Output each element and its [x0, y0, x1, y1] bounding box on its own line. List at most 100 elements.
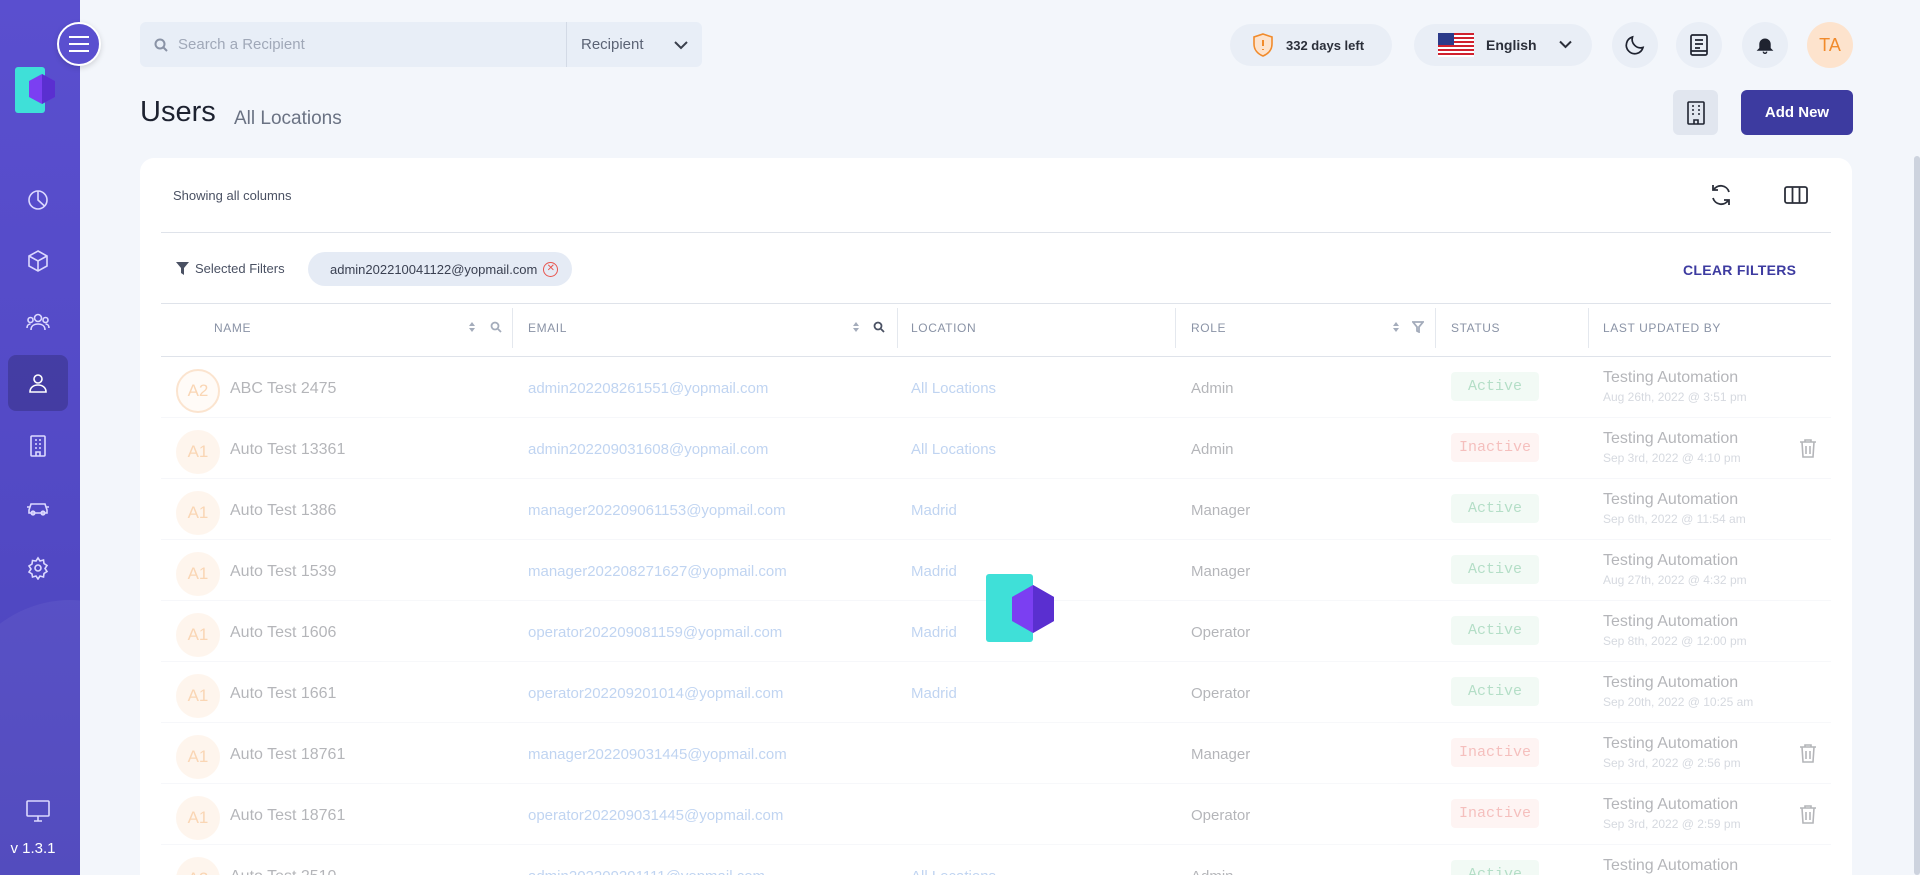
column-header-updated-by[interactable]: LAST UPDATED BY — [1603, 321, 1721, 335]
package-box-icon — [28, 250, 48, 272]
column-header-role[interactable]: ROLE — [1191, 321, 1226, 335]
sidebar-item-settings[interactable] — [8, 540, 68, 596]
sort-icon[interactable] — [850, 320, 862, 338]
user-name[interactable]: Auto Test 1539 — [230, 563, 336, 581]
user-name[interactable]: ABC Test 2475 — [230, 380, 336, 398]
updated-at: Sep 20th, 2022 @ 10:25 am — [1603, 695, 1754, 709]
table-row[interactable]: A1 Auto Test 1661 operator202209201014@yop… — [161, 662, 1831, 723]
table-row[interactable]: A2 ABC Test 2475 admin202208261551@yopmail… — [161, 357, 1831, 418]
column-header-email[interactable]: EMAIL — [528, 321, 567, 335]
table-row[interactable]: A1 Auto Test 13361 admin202209031608@yopma… — [161, 418, 1831, 479]
chevron-down-icon — [674, 40, 688, 49]
avatar: A2 — [176, 369, 220, 413]
search-input[interactable] — [178, 36, 558, 53]
page-scrollbar[interactable] — [1914, 156, 1920, 875]
user-role: Manager — [1191, 563, 1251, 580]
sort-icon[interactable] — [466, 320, 478, 338]
sidebar-item-users[interactable] — [8, 355, 68, 411]
column-header-status[interactable]: STATUS — [1451, 321, 1500, 335]
menu-toggle-button[interactable] — [57, 22, 101, 66]
search-type-select[interactable]: Recipient — [566, 22, 702, 67]
updated-by: Testing Automation — [1603, 613, 1739, 630]
monitor-icon[interactable] — [26, 800, 50, 827]
table-row[interactable]: A1 Auto Test 18761 operator202209031445@yo… — [161, 784, 1831, 845]
user-location[interactable]: Madrid — [911, 502, 957, 519]
sidebar-item-packages[interactable] — [8, 233, 68, 289]
user-location[interactable]: All Locations — [911, 441, 996, 458]
search-icon[interactable] — [490, 320, 502, 338]
license-days-badge[interactable]: 332 days left — [1230, 24, 1392, 66]
app-version: v 1.3.1 — [10, 840, 56, 857]
user-avatar[interactable]: TA — [1807, 22, 1853, 68]
search-icon[interactable] — [873, 320, 885, 338]
table-row[interactable]: A1 Auto Test 18761 manager202209031445@yop… — [161, 723, 1831, 784]
column-separator[interactable] — [512, 308, 513, 348]
status-badge: Active — [1451, 494, 1539, 523]
clear-filters-button[interactable]: CLEAR FILTERS — [1683, 262, 1796, 278]
user-email[interactable]: manager202208271627@yopmail.com — [528, 563, 787, 580]
language-selector[interactable]: English — [1414, 24, 1592, 66]
user-name[interactable]: Auto Test 13361 — [230, 441, 345, 459]
hamburger-icon — [69, 36, 89, 52]
user-location[interactable]: Madrid — [911, 624, 957, 641]
chevron-down-icon — [1559, 40, 1572, 49]
delete-button[interactable] — [1799, 438, 1817, 463]
column-separator[interactable] — [1175, 308, 1176, 348]
user-location[interactable]: Madrid — [911, 563, 957, 580]
user-role: Operator — [1191, 624, 1251, 641]
user-name[interactable]: Auto Test 1386 — [230, 502, 336, 520]
location-filter-button[interactable] — [1673, 90, 1718, 135]
updated-at: Sep 3rd, 2022 @ 2:59 pm — [1603, 817, 1741, 831]
column-separator[interactable] — [897, 308, 898, 348]
sidebar-item-dashboard[interactable] — [8, 172, 68, 228]
delete-button[interactable] — [1799, 743, 1817, 768]
user-email[interactable]: admin202209031608@yopmail.com — [528, 441, 768, 458]
status-badge: Active — [1451, 616, 1539, 645]
updated-at: Sep 8th, 2022 @ 12:00 pm — [1603, 634, 1747, 648]
user-email[interactable]: operator202209031445@yopmail.com — [528, 807, 783, 824]
user-email[interactable]: admin202208261551@yopmail.com — [528, 380, 768, 397]
docs-button[interactable] — [1676, 22, 1722, 68]
column-header-location[interactable]: LOCATION — [911, 321, 976, 335]
app-logo-icon[interactable] — [15, 67, 61, 113]
user-email[interactable]: admin202209291111@yopmail.com — [528, 868, 765, 875]
sidebar-item-locations[interactable] — [8, 418, 68, 474]
sort-icon[interactable] — [1390, 320, 1402, 338]
selected-filters-text: Selected Filters — [195, 261, 285, 276]
table-row[interactable]: A2 Auto Test 2510 admin202209291111@yopmai… — [161, 845, 1831, 875]
status-badge: Active — [1451, 860, 1539, 875]
column-separator[interactable] — [1588, 308, 1589, 348]
column-header-name[interactable]: NAME — [214, 321, 251, 335]
user-name[interactable]: Auto Test 2510 — [230, 868, 336, 875]
trash-icon — [1800, 744, 1816, 763]
user-role: Operator — [1191, 807, 1251, 824]
user-location[interactable]: All Locations — [911, 380, 996, 397]
notifications-button[interactable] — [1742, 22, 1788, 68]
user-name[interactable]: Auto Test 18761 — [230, 807, 345, 825]
dark-mode-button[interactable] — [1612, 22, 1658, 68]
sidebar-item-vehicles[interactable] — [8, 479, 68, 535]
user-name[interactable]: Auto Test 1661 — [230, 685, 336, 703]
refresh-button[interactable] — [1708, 182, 1734, 208]
columns-button[interactable] — [1783, 182, 1809, 208]
sidebar: v 1.3.1 — [0, 0, 80, 875]
user-email[interactable]: manager202209031445@yopmail.com — [528, 746, 787, 763]
user-email[interactable]: manager202209061153@yopmail.com — [528, 502, 786, 519]
column-separator[interactable] — [1435, 308, 1436, 348]
user-email[interactable]: operator202209201014@yopmail.com — [528, 685, 783, 702]
filter-icon[interactable] — [1411, 320, 1425, 338]
moon-icon — [1625, 35, 1645, 55]
table-row[interactable]: A1 Auto Test 1386 manager202209061153@yopm… — [161, 479, 1831, 540]
delete-button[interactable] — [1799, 804, 1817, 829]
user-name[interactable]: Auto Test 1606 — [230, 624, 336, 642]
user-location[interactable]: All Locations — [911, 868, 996, 875]
user-email[interactable]: operator202209081159@yopmail.com — [528, 624, 782, 641]
sidebar-item-recipients[interactable] — [8, 294, 68, 350]
avatar: A1 — [176, 552, 220, 596]
remove-filter-icon[interactable]: ✕ — [543, 261, 559, 277]
updated-by: Testing Automation — [1603, 552, 1739, 569]
user-location[interactable]: Madrid — [911, 685, 957, 702]
user-name[interactable]: Auto Test 18761 — [230, 746, 345, 764]
status-badge: Inactive — [1451, 799, 1539, 828]
add-new-button[interactable]: Add New — [1741, 90, 1853, 135]
